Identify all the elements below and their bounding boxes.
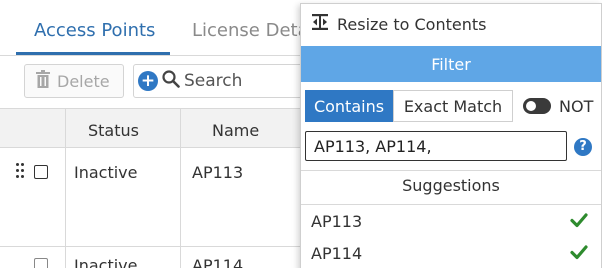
column-header-name[interactable]: Name [212,121,259,140]
name-cell: AP113 [192,163,244,182]
contains-toggle-button[interactable]: Contains [305,90,393,122]
tab-license-details[interactable]: License Deta [192,20,309,41]
trash-icon [35,70,51,92]
suggestion-item[interactable]: AP114 [301,238,601,268]
suggestion-label: AP113 [311,212,363,231]
filter-value-input[interactable] [305,131,567,161]
filter-mode-row: Contains Exact Match NOT [305,90,599,124]
search-icon [162,69,180,93]
suggestion-item[interactable]: AP113 [301,206,601,238]
exact-match-toggle-button[interactable]: Exact Match [393,90,513,122]
row-checkbox[interactable] [34,165,48,179]
search-placeholder: Search [184,71,243,91]
tab-access-points[interactable]: Access Points [34,20,155,41]
not-toggle-switch[interactable] [523,98,551,114]
name-cell: AP114 [192,256,244,268]
resize-columns-icon [311,13,329,35]
column-filter-dropdown: Resize to Contents Filter Contains Exact… [300,3,602,268]
suggestion-label: AP114 [311,244,363,263]
help-icon[interactable]: ? [574,138,592,156]
drag-handle-icon[interactable] [16,163,24,181]
not-label: NOT [559,97,594,116]
delete-button[interactable]: Delete [24,64,124,98]
status-cell: Inactive [74,256,138,268]
add-filter-icon[interactable]: + [138,71,158,91]
status-cell: Inactive [74,163,138,182]
delete-label: Delete [57,71,110,91]
app-window: Access Points License Deta Delete + Sear… [0,0,602,268]
resize-to-contents-item[interactable]: Resize to Contents [301,4,601,44]
row-checkbox[interactable] [34,258,48,268]
suggestions-title: Suggestions [402,176,500,195]
divider [301,204,601,205]
active-tab-indicator [16,52,170,55]
resize-to-contents-label: Resize to Contents [337,14,487,34]
check-icon [569,210,589,234]
check-icon [569,242,589,266]
filter-header: Filter [301,46,601,82]
divider [301,170,601,171]
column-header-status[interactable]: Status [88,121,139,140]
